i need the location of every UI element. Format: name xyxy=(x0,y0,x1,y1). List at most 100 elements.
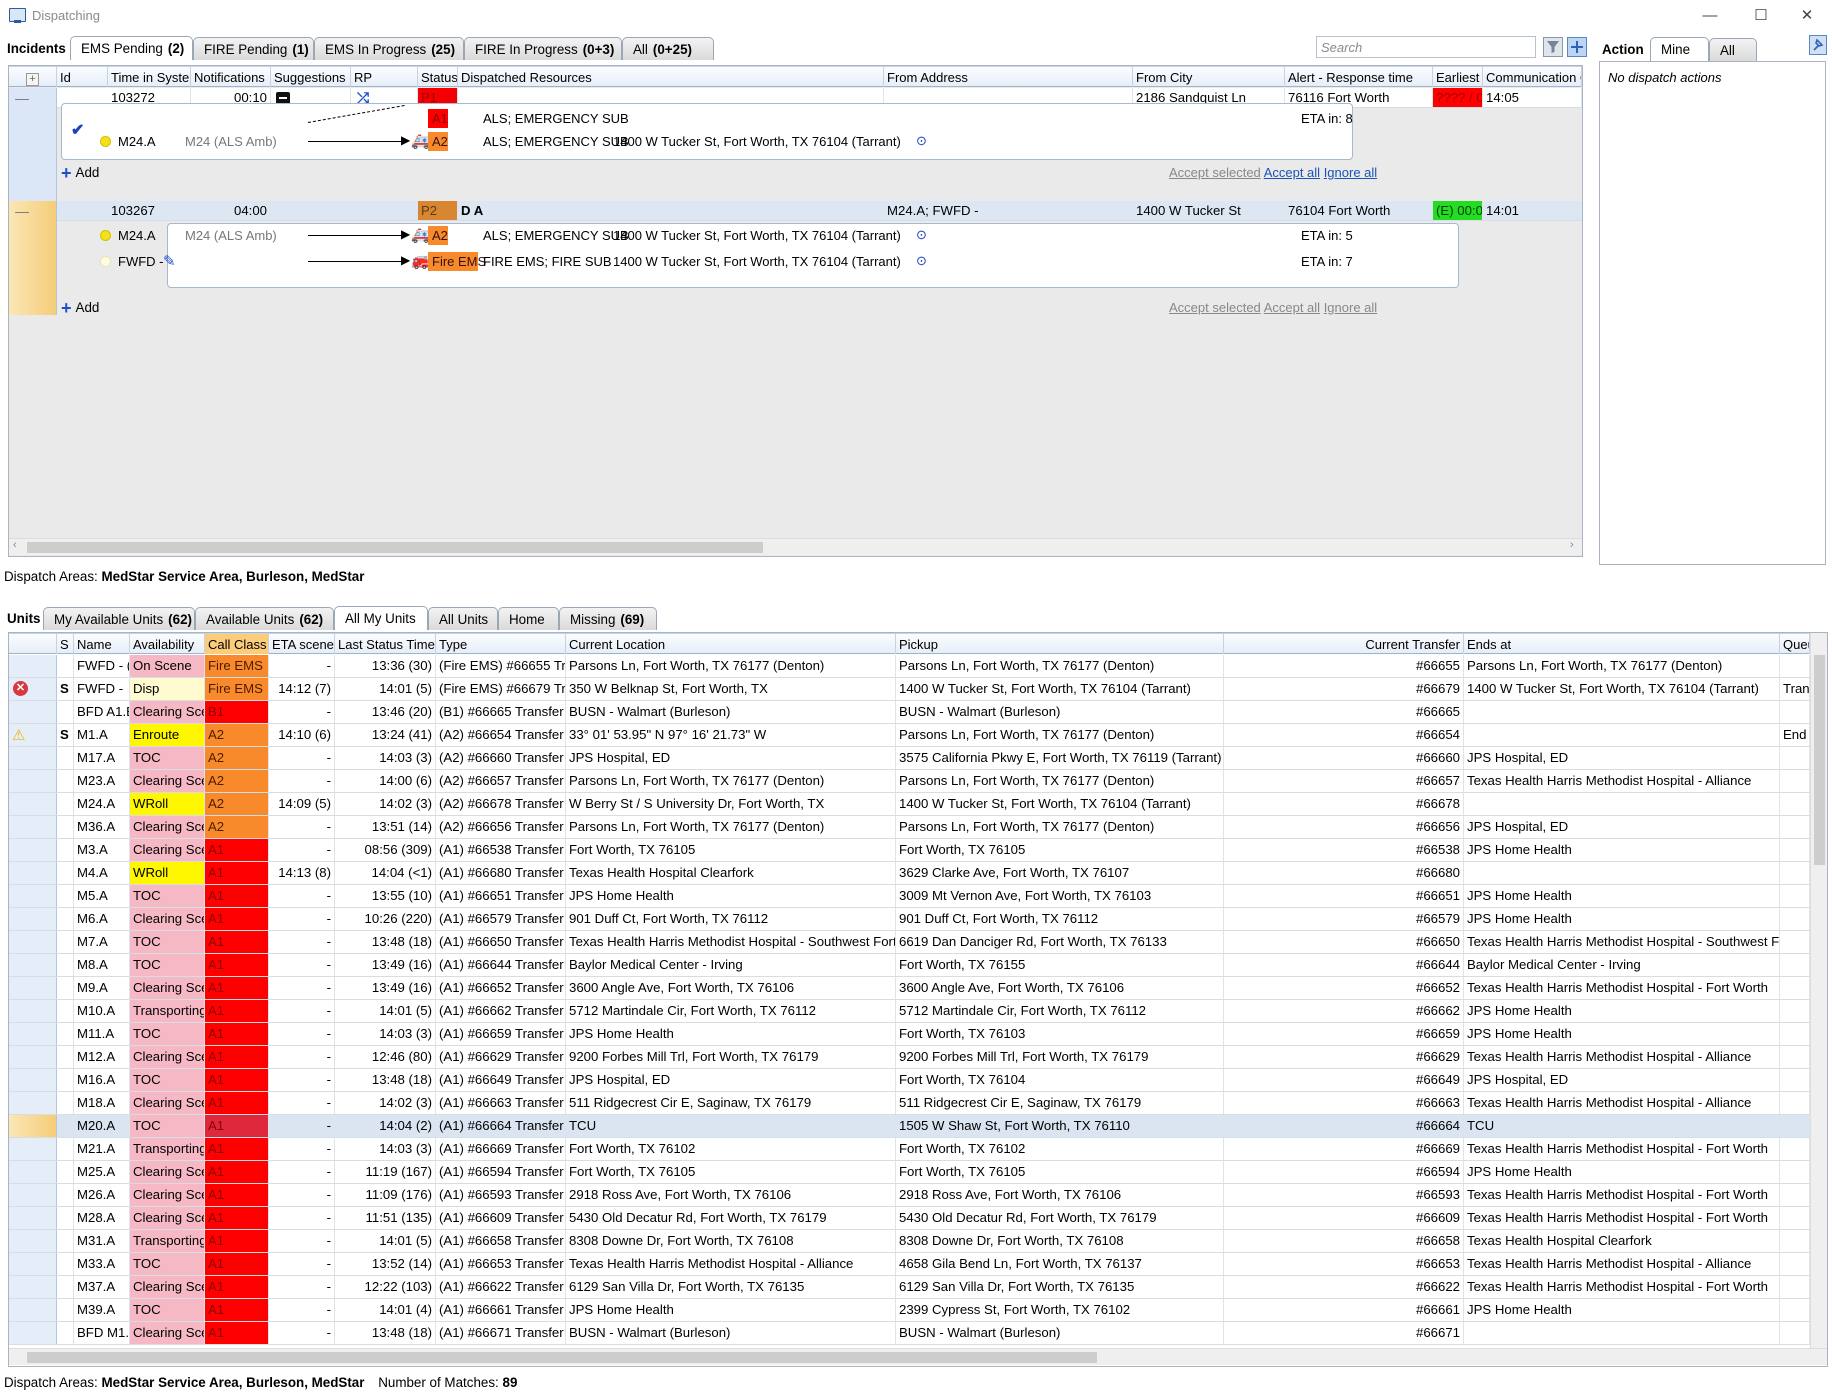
row-selector[interactable] xyxy=(9,839,57,861)
units-hscrollbar[interactable] xyxy=(9,1348,1827,1365)
units-col-header[interactable]: Current Transfer xyxy=(1224,634,1464,654)
unit-row[interactable]: M33.A TOC A1-13:52 (14) (A1) #66653 Transfe… xyxy=(9,1253,1810,1276)
units-col-header[interactable]: ETA scene xyxy=(269,634,335,654)
tab-incidents-4[interactable]: All (0+25) xyxy=(622,37,714,60)
row-selector[interactable] xyxy=(9,1000,57,1022)
scroll-right-icon[interactable]: › xyxy=(1570,539,1574,551)
unit-row[interactable]: M23.A Clearing Sce A2-14:00 (6) (A2) #66657… xyxy=(9,770,1810,793)
incidents-col-header[interactable]: From Address xyxy=(884,67,1133,87)
incidents-col-header[interactable]: Suggestions xyxy=(271,67,351,87)
accept-selected-link[interactable]: Accept selected xyxy=(1169,165,1261,180)
incidents-col-header[interactable]: Status xyxy=(418,67,458,87)
row-selector[interactable] xyxy=(9,1092,57,1114)
row-selector[interactable] xyxy=(9,931,57,953)
unit-row[interactable]: M11.A TOC A1-14:03 (3) (A1) #66659 Transfer… xyxy=(9,1023,1810,1046)
row-selector[interactable] xyxy=(9,1069,57,1091)
unit-row[interactable]: M21.A Transporting A1-14:03 (3) (A1) #66669… xyxy=(9,1138,1810,1161)
row-selector[interactable] xyxy=(9,885,57,907)
unit-row[interactable]: M6.A Clearing Sce A1-10:26 (220) (A1) #6657… xyxy=(9,908,1810,931)
add-resource-button[interactable]: + Add xyxy=(61,298,99,319)
row-selector[interactable] xyxy=(9,816,57,838)
incidents-col-header[interactable]: Earliest xyxy=(1433,67,1483,87)
unit-row[interactable]: M3.A Clearing Sce A1-08:56 (309) (A1) #6653… xyxy=(9,839,1810,862)
tab-incidents-3[interactable]: FIRE In Progress (0+3) xyxy=(464,37,622,60)
units-col-header[interactable]: Pickup xyxy=(896,634,1224,654)
tab-incidents-2[interactable]: EMS In Progress (25) xyxy=(314,37,464,60)
units-col-header[interactable]: Name xyxy=(74,634,130,654)
row-selector[interactable]: ⚠ xyxy=(9,724,57,746)
scroll-left-icon[interactable]: ‹ xyxy=(13,539,17,551)
accept-all-link[interactable]: Accept all xyxy=(1264,300,1320,315)
incidents-hscrollbar[interactable]: ‹ › xyxy=(9,538,1582,555)
accept-selected-link[interactable]: Accept selected xyxy=(1169,300,1261,315)
unit-row[interactable]: M17.A TOC A2-14:03 (3) (A2) #66660 Transfer… xyxy=(9,747,1810,770)
tab-units-0[interactable]: My Available Units (62) xyxy=(43,607,195,630)
add-filter-icon[interactable] xyxy=(1567,37,1587,57)
units-col-header[interactable]: S xyxy=(57,634,74,654)
row-selector[interactable] xyxy=(9,1322,57,1344)
units-col-header[interactable]: Current Location xyxy=(566,634,896,654)
row-selector[interactable] xyxy=(9,954,57,976)
unit-row[interactable]: M39.A TOC A1-14:01 (4) (A1) #66661 Transfer… xyxy=(9,1299,1810,1322)
suggestion-row[interactable]: ✔ A1 ALS; EMERGENCY SUB ETA in: 8 xyxy=(61,104,1353,139)
accept-all-link[interactable]: Accept all xyxy=(1264,165,1320,180)
collapse-icon[interactable]: — xyxy=(15,203,29,219)
row-selector[interactable] xyxy=(9,1230,57,1252)
unit-row[interactable]: M12.A Clearing Sce A1-12:46 (80) (A1) #6662… xyxy=(9,1046,1810,1069)
close-button[interactable]: ✕ xyxy=(1784,4,1830,28)
units-col-header[interactable]: Queu xyxy=(1780,634,1810,654)
incidents-col-header[interactable]: Alert - Response time xyxy=(1285,67,1433,87)
row-selector[interactable] xyxy=(9,908,57,930)
tab-incidents-0[interactable]: EMS Pending (2) xyxy=(70,36,193,60)
unit-row[interactable]: BFD A1.E Clearing Sce B1-13:46 (20) (B1) #6… xyxy=(9,701,1810,724)
units-col-header[interactable]: Call Class xyxy=(205,634,269,654)
unit-row[interactable]: BFD M1. Clearing Sce A1-13:48 (18) (A1) #66… xyxy=(9,1322,1810,1345)
tab-units-1[interactable]: Available Units (62) xyxy=(195,607,334,630)
unit-row[interactable]: M18.A Clearing Sce A1-14:02 (3) (A1) #66663… xyxy=(9,1092,1810,1115)
unit-row[interactable]: M20.A TOC A1-14:04 (2) (A1) #66664 Transfer… xyxy=(9,1115,1810,1138)
unit-row[interactable]: ⚠ S M1.A Enroute A2 14:10 (6) 13:24 (41) (A2) #… xyxy=(9,724,1810,747)
unit-row[interactable]: ✕ S FWFD - Disp Fire EMS 14:12 (7) 14:01 (5) (F… xyxy=(9,678,1810,701)
tab-action-all[interactable]: All xyxy=(1709,38,1757,61)
row-selector[interactable] xyxy=(9,1299,57,1321)
incidents-col-header[interactable]: Id xyxy=(57,67,108,87)
row-selector[interactable] xyxy=(9,977,57,999)
search-input[interactable]: Search xyxy=(1316,36,1536,58)
suggestion-row[interactable]: M24.A M24 (ALS Amb) ▶ 🚑 A2 ALS; EMERGENCY SUB… xyxy=(61,225,1353,247)
suggestion-row[interactable]: M24.A M24 (ALS Amb) ▶ 🚑 A2 ALS; EMERGENCY SUB… xyxy=(61,131,1353,153)
unit-row[interactable]: M4.A WRoll A1 14:13 (8) 14:04 (<1) (A1) #6668… xyxy=(9,862,1810,885)
units-col-header[interactable]: Ends at xyxy=(1464,634,1780,654)
unit-row[interactable]: M10.A Transporting A1-14:01 (5) (A1) #66662… xyxy=(9,1000,1810,1023)
minimize-button[interactable]: — xyxy=(1687,4,1733,28)
unit-row[interactable]: M7.A TOC A1-13:48 (18) (A1) #66650 Transfer… xyxy=(9,931,1810,954)
expand-all-icon[interactable]: + xyxy=(9,67,57,87)
units-vscroll-thumb[interactable] xyxy=(1814,655,1825,865)
units-col-header[interactable]: Type xyxy=(436,634,566,654)
row-selector[interactable] xyxy=(9,1138,57,1160)
add-resource-button[interactable]: + Add xyxy=(61,163,99,184)
incident-row[interactable]: 103267 04:00 P2 D A M24.A; FWFD -1400 W Tuck… xyxy=(57,201,1582,221)
units-vscrollbar[interactable] xyxy=(1810,633,1827,1348)
collapse-icon[interactable]: — xyxy=(15,90,29,106)
units-hscroll-thumb[interactable] xyxy=(27,1352,1097,1363)
suggestion-row[interactable]: FWFD - ✎ ▶ 🚒 Fire EMS FIRE EMS; FIRE SUB 1400 … xyxy=(61,251,1353,273)
unit-row[interactable]: M8.A TOC A1-13:49 (16) (A1) #66644 Transfer… xyxy=(9,954,1810,977)
maximize-button[interactable]: ☐ xyxy=(1738,4,1784,28)
row-selector[interactable] xyxy=(9,1276,57,1298)
row-selector[interactable] xyxy=(9,701,57,723)
unit-row[interactable]: M9.A Clearing Sce A1-13:49 (16) (A1) #66652… xyxy=(9,977,1810,1000)
unit-row[interactable]: M24.A WRoll A2 14:09 (5) 14:02 (3) (A2) #6667… xyxy=(9,793,1810,816)
incidents-col-header[interactable]: Time in System xyxy=(108,67,191,87)
tab-incidents-1[interactable]: FIRE Pending (1) xyxy=(193,37,314,60)
incidents-col-header[interactable]: Notifications xyxy=(191,67,271,87)
unit-row[interactable]: M16.A TOC A1-13:48 (18) (A1) #66649 Transfe… xyxy=(9,1069,1810,1092)
unit-row[interactable]: M28.A Clearing Sce A1-11:51 (135) (A1) #666… xyxy=(9,1207,1810,1230)
incidents-col-header[interactable]: From City xyxy=(1133,67,1285,87)
unit-row[interactable]: M37.A Clearing Sce A1-12:22 (103) (A1) #666… xyxy=(9,1276,1810,1299)
tab-units-3[interactable]: All Units xyxy=(428,607,498,630)
tab-units-4[interactable]: Home xyxy=(498,607,559,630)
unit-row[interactable]: M26.A Clearing Sce A1-11:09 (176) (A1) #665… xyxy=(9,1184,1810,1207)
row-selector[interactable] xyxy=(9,1046,57,1068)
row-selector[interactable] xyxy=(9,1023,57,1045)
row-selector[interactable] xyxy=(9,770,57,792)
